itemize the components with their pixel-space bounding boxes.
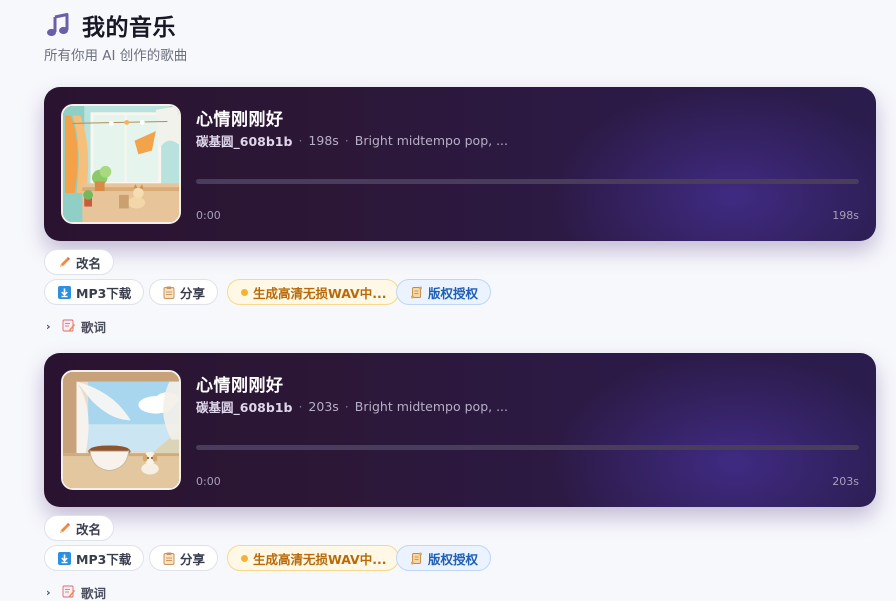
share-label: 分享: [180, 551, 206, 567]
song-author: 碳基圆_608b1b: [196, 134, 293, 149]
song-card: 心情刚刚好 碳基圆_608b1b · 198s · Bright midtemp…: [44, 87, 876, 335]
total-time: 198s: [832, 209, 859, 222]
license-button[interactable]: 版权授权: [396, 545, 492, 571]
license-button[interactable]: 版权授权: [396, 279, 492, 305]
scroll-icon: [410, 286, 423, 299]
wav-generate-label: 生成高清无损WAV中...: [253, 285, 387, 301]
song-cover[interactable]: [61, 104, 181, 224]
share-button[interactable]: 分享: [149, 545, 219, 571]
download-icon: [58, 285, 71, 299]
mp3-download-label: MP3下载: [76, 285, 132, 301]
progress-bar[interactable]: [196, 179, 859, 184]
audio-player: 心情刚刚好 碳基圆_608b1b · 198s · Bright midtemp…: [44, 87, 876, 241]
song-meta: 碳基圆_608b1b · 198s · Bright midtempo pop,…: [196, 131, 508, 150]
clipboard-icon: [163, 552, 175, 565]
meta-separator: ·: [344, 399, 349, 414]
song-cover[interactable]: [61, 370, 181, 490]
song-card: 心情刚刚好 碳基圆_608b1b · 203s · Bright midtemp…: [44, 353, 876, 601]
page-header: 我的音乐 所有你用 AI 创作的歌曲: [44, 8, 187, 64]
license-label: 版权授权: [428, 551, 479, 567]
rename-button[interactable]: 改名: [44, 515, 115, 541]
share-button[interactable]: 分享: [149, 279, 219, 305]
status-dot-icon: [241, 288, 248, 296]
memo-icon: [62, 585, 75, 601]
download-icon: [58, 551, 71, 565]
wav-generate-button[interactable]: 生成高清无损WAV中...: [227, 545, 400, 571]
mp3-download-button[interactable]: MP3下载: [44, 279, 145, 305]
window-cat-balcony-illustration: [63, 106, 179, 222]
song-title: 心情刚刚好: [196, 376, 284, 396]
song-duration: 203s: [308, 399, 339, 414]
song-author: 碳基圆_608b1b: [196, 400, 293, 415]
chevron-right-icon: ›: [46, 320, 51, 333]
clipboard-icon: [163, 286, 175, 299]
meta-separator: ·: [298, 133, 303, 148]
wav-generate-label: 生成高清无损WAV中...: [253, 551, 387, 567]
song-description: Bright midtempo pop, ...: [354, 133, 508, 148]
pencil-icon: [58, 522, 71, 535]
lyrics-label: 歌词: [81, 586, 107, 601]
chevron-right-icon: ›: [46, 586, 51, 599]
total-time: 203s: [832, 475, 859, 488]
meta-separator: ·: [344, 133, 349, 148]
current-time: 0:00: [196, 209, 221, 222]
share-label: 分享: [180, 285, 206, 301]
status-dot-icon: [241, 554, 248, 562]
rename-button[interactable]: 改名: [44, 249, 115, 275]
license-label: 版权授权: [428, 285, 479, 301]
title-row: 我的音乐: [44, 8, 187, 42]
music-note-icon: [44, 11, 72, 39]
music-page: 我的音乐 所有你用 AI 创作的歌曲 心情刚刚好 碳基圆_608b1b · 19…: [0, 0, 896, 601]
window-puppy-bowl-illustration: [63, 372, 179, 488]
page-subtitle: 所有你用 AI 创作的歌曲: [44, 48, 188, 64]
wav-generate-button[interactable]: 生成高清无损WAV中...: [227, 279, 400, 305]
page-title: 我的音乐: [82, 15, 176, 41]
song-description: Bright midtempo pop, ...: [354, 399, 508, 414]
lyrics-label: 歌词: [81, 320, 107, 335]
memo-icon: [62, 319, 75, 335]
progress-bar[interactable]: [196, 445, 859, 450]
current-time: 0:00: [196, 475, 221, 488]
lyrics-toggle[interactable]: › 歌词: [46, 583, 106, 601]
lyrics-toggle[interactable]: › 歌词: [46, 317, 106, 336]
scroll-icon: [410, 552, 423, 565]
audio-player: 心情刚刚好 碳基圆_608b1b · 203s · Bright midtemp…: [44, 353, 876, 507]
rename-label: 改名: [76, 255, 102, 271]
mp3-download-button[interactable]: MP3下载: [44, 545, 145, 571]
song-duration: 198s: [308, 133, 339, 148]
song-meta: 碳基圆_608b1b · 203s · Bright midtempo pop,…: [196, 397, 508, 416]
pencil-icon: [58, 256, 71, 269]
rename-label: 改名: [76, 521, 102, 537]
song-title: 心情刚刚好: [196, 110, 284, 130]
mp3-download-label: MP3下载: [76, 551, 132, 567]
meta-separator: ·: [298, 399, 303, 414]
